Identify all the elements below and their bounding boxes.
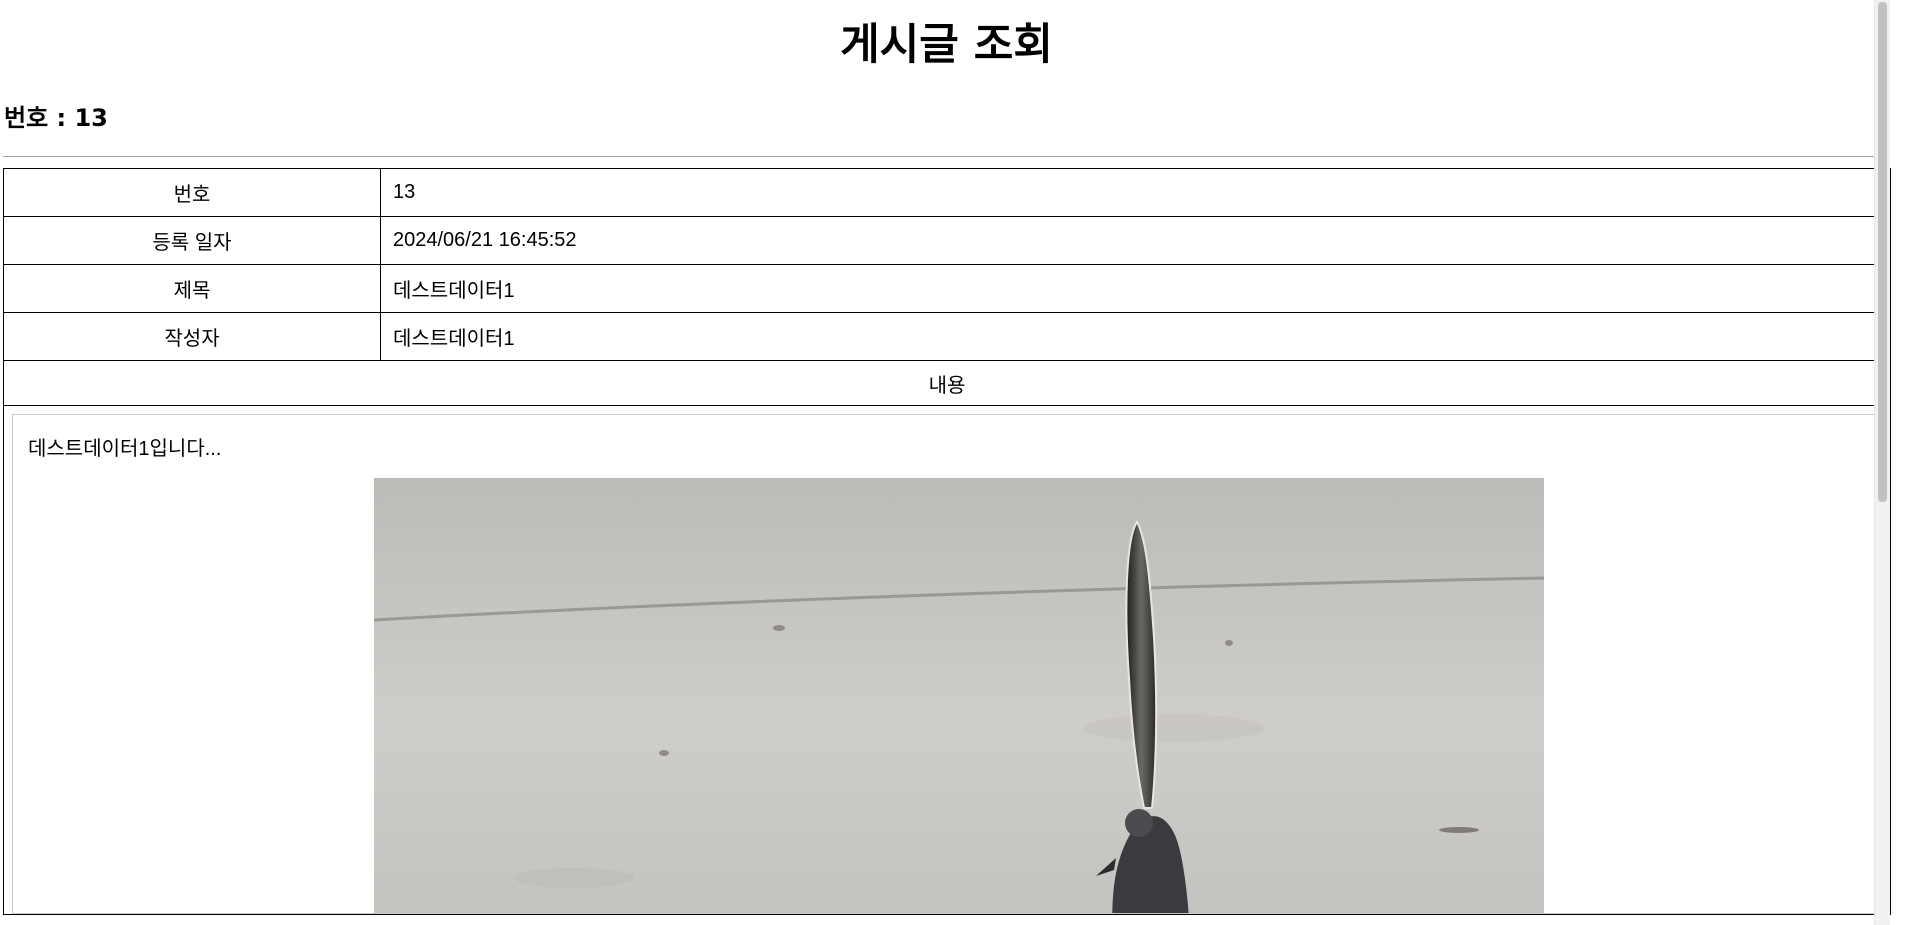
page-title: 게시글 조회 [840,20,1053,70]
content-box: 데스트데이터1입니다... [12,414,1882,914]
post-number-heading: 번호 : 13 [4,104,108,132]
number-value: 13 [380,168,1891,217]
date-value: 2024/06/21 16:45:52 [380,216,1891,265]
table-row: 데스트데이터1입니다... [3,405,1891,915]
author-label: 작성자 [3,312,381,361]
table-row: 내용 [3,360,1891,406]
post-detail-table: 번호 13 등록 일자 2024/06/21 16:45:52 제목 데스트데이… [3,168,1891,915]
table-row: 번호 13 [3,168,1891,217]
content-cell: 데스트데이터1입니다... [3,405,1891,915]
author-value: 데스트데이터1 [380,312,1891,361]
number-label: 번호 [3,168,381,217]
post-view-page: 게시글 조회 번호 : 13 번호 13 등록 일자 2024/06/21 16… [0,0,1891,925]
date-label: 등록 일자 [3,216,381,265]
vertical-scrollbar[interactable] [1874,0,1890,925]
table-row: 작성자 데스트데이터1 [3,312,1891,361]
photo-icon [374,478,1544,913]
content-header: 내용 [3,360,1891,406]
title-value: 데스트데이터1 [380,264,1891,313]
divider [3,156,1890,157]
table-row: 등록 일자 2024/06/21 16:45:52 [3,216,1891,265]
scrollbar-thumb[interactable] [1878,2,1887,502]
table-row: 제목 데스트데이터1 [3,264,1891,313]
content-text: 데스트데이터1입니다... [28,438,222,460]
title-label: 제목 [3,264,381,313]
